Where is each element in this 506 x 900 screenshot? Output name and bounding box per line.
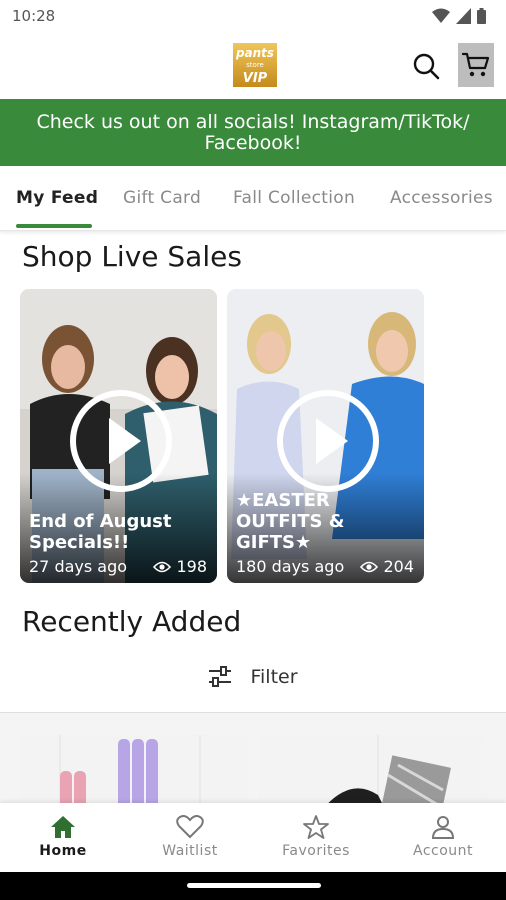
filter-button[interactable]: Filter bbox=[0, 660, 506, 694]
live-sale-age: 27 days ago bbox=[29, 557, 128, 576]
view-count: 204 bbox=[360, 557, 414, 576]
view-count-value: 204 bbox=[383, 557, 414, 576]
product-card[interactable] bbox=[258, 735, 487, 805]
live-sale-card[interactable]: ★EASTER OUTFITS & GIFTS★ 180 days ago 20… bbox=[227, 289, 424, 583]
person-icon bbox=[431, 816, 455, 839]
bottom-navigation: Home Waitlist Favorites Account bbox=[0, 803, 506, 872]
nav-account[interactable]: Account bbox=[388, 815, 498, 859]
wifi-icon bbox=[432, 8, 450, 23]
nav-favorites[interactable]: Favorites bbox=[261, 815, 371, 859]
socials-banner-text: Check us out on all socials! Instagram/T… bbox=[36, 110, 470, 154]
recently-added-title: Recently Added bbox=[22, 605, 242, 638]
nav-account-label: Account bbox=[412, 843, 474, 859]
eye-icon bbox=[153, 561, 172, 572]
product-card[interactable] bbox=[20, 735, 249, 805]
svg-text:pants: pants bbox=[235, 46, 274, 60]
search-button[interactable] bbox=[408, 48, 444, 84]
nav-home-label: Home bbox=[39, 843, 87, 859]
svg-text:VIP: VIP bbox=[243, 71, 268, 86]
pants-store-vip-logo[interactable]: pants store VIP bbox=[232, 42, 278, 88]
heart-icon bbox=[176, 815, 204, 839]
cart-button[interactable] bbox=[458, 43, 494, 87]
live-sale-meta: 27 days ago 198 bbox=[29, 557, 207, 576]
signal-icon bbox=[456, 8, 471, 24]
nav-home[interactable]: Home bbox=[8, 815, 118, 859]
star-icon bbox=[303, 815, 329, 839]
view-count-value: 198 bbox=[176, 557, 207, 576]
search-icon bbox=[413, 53, 440, 80]
live-sales-title: Shop Live Sales bbox=[22, 240, 242, 273]
nav-favorites-label: Favorites bbox=[282, 843, 350, 859]
eye-icon bbox=[360, 561, 379, 572]
tab-gift-card[interactable]: Gift Card bbox=[123, 188, 201, 208]
status-icons bbox=[432, 8, 486, 24]
play-icon[interactable] bbox=[276, 390, 379, 492]
live-sale-meta: 180 days ago 204 bbox=[236, 557, 414, 576]
tab-fall-collection[interactable]: Fall Collection bbox=[233, 188, 355, 208]
product-thumbnail bbox=[258, 735, 487, 805]
nav-waitlist[interactable]: Waitlist bbox=[135, 815, 245, 859]
live-sale-title: End of August Specials!! bbox=[29, 511, 172, 553]
battery-icon bbox=[477, 8, 486, 24]
app-header: pants store VIP bbox=[0, 34, 506, 98]
filter-label: Filter bbox=[250, 666, 298, 688]
play-icon[interactable] bbox=[69, 390, 172, 492]
status-bar: 10:28 bbox=[0, 0, 506, 34]
status-time: 10:28 bbox=[12, 7, 56, 25]
home-icon bbox=[51, 816, 75, 838]
live-sale-age: 180 days ago bbox=[236, 557, 345, 576]
nav-waitlist-label: Waitlist bbox=[162, 843, 218, 859]
view-count: 198 bbox=[153, 557, 207, 576]
socials-banner[interactable]: Check us out on all socials! Instagram/T… bbox=[0, 99, 506, 166]
product-grid bbox=[0, 712, 506, 805]
tab-accessories[interactable]: Accessories bbox=[390, 188, 493, 208]
cart-icon bbox=[462, 52, 490, 77]
system-nav-bar bbox=[0, 872, 506, 900]
category-tabs: My Feed Gift Card Fall Collection Access… bbox=[0, 166, 506, 231]
active-tab-indicator bbox=[16, 224, 92, 228]
live-sale-card[interactable]: End of August Specials!! 27 days ago 198 bbox=[20, 289, 217, 583]
live-sale-title: ★EASTER OUTFITS & GIFTS★ bbox=[236, 490, 345, 553]
svg-text:store: store bbox=[246, 61, 264, 69]
product-thumbnail bbox=[20, 735, 249, 805]
tab-my-feed[interactable]: My Feed bbox=[16, 188, 98, 208]
filter-sliders-icon bbox=[209, 666, 232, 687]
home-gesture-pill[interactable] bbox=[187, 883, 321, 888]
